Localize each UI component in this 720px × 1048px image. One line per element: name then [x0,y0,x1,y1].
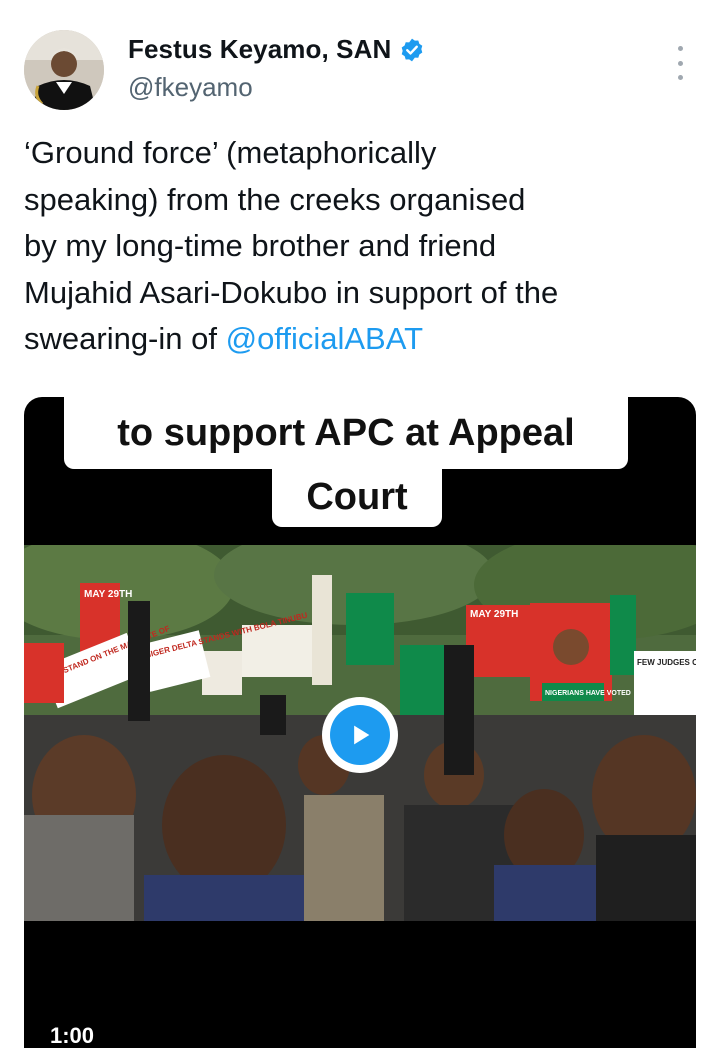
more-vertical-icon[interactable] [668,46,692,80]
avatar[interactable] [24,30,104,110]
svg-text:MAY 29TH: MAY 29TH [470,609,518,620]
tweet-line: speaking) from the creeks organised [24,181,526,217]
tweet-line: Mujahid Asari-Dokubo in support of the [24,274,559,310]
tweet-line: by my long-time brother and friend [24,228,497,263]
avatar-photo [24,30,104,110]
placard: MAY 29TH [466,605,530,677]
svg-text:NIGERIANS HAVE VOTED: NIGERIANS HAVE VOTED [545,690,631,697]
tweet-line: swearing-in of @officialABAT [24,316,704,363]
play-button[interactable] [322,697,398,773]
svg-text:FEW JUDGES CANNOT OVERRIDE THE: FEW JUDGES CANNOT OVERRIDE THE FATE OF 2… [637,658,696,667]
author-handle[interactable]: @fkeyamo [128,72,253,103]
tweet-text: ‘Ground force’ (metaphorically speaking)… [24,130,704,363]
tweet-line: ‘Ground force’ (metaphorically [24,135,437,170]
video-duration: 1:00 [50,1023,95,1048]
video-caption: to support APC at Appeal [64,397,628,469]
verified-badge-icon [402,38,423,61]
svg-text:MAY 29TH: MAY 29TH [84,589,132,600]
tweet-line-text: swearing-in of [24,321,226,356]
play-icon [354,725,370,745]
author-display-name[interactable]: Festus Keyamo, SAN [128,34,391,65]
placard: FEW JUDGES CANNOT OVERRIDE THE FATE OF 2… [634,651,696,715]
video-player[interactable]: to support APC at Appeal Court MAY 29TH … [24,397,696,1048]
video-caption-continued: Court [272,467,442,527]
mention-link[interactable]: @officialABAT [226,321,423,356]
